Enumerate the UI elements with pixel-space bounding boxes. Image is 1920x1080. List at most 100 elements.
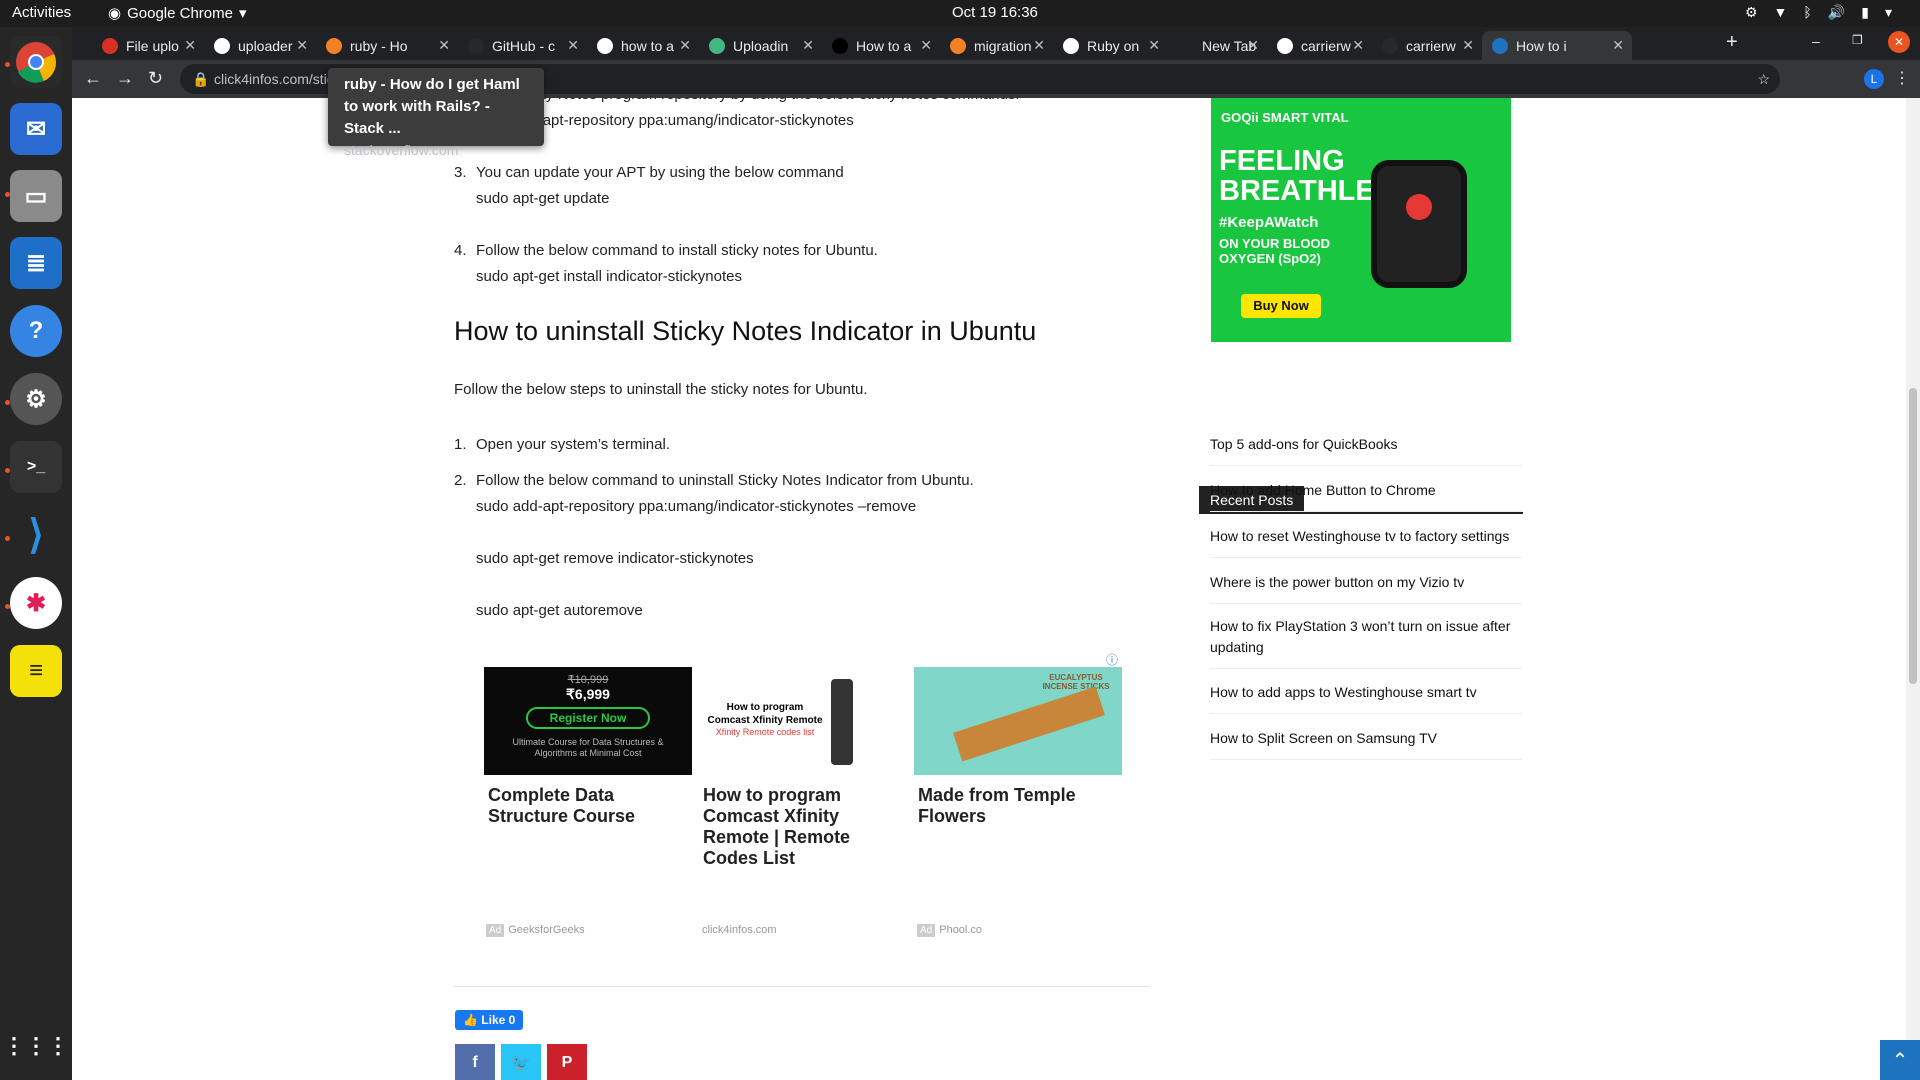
browser-tab[interactable]: Uploadin ✕: [699, 31, 822, 60]
url-text: click4infos.com/stic: [214, 71, 334, 87]
show-apps-icon[interactable]: ⋮⋮⋮: [3, 1020, 69, 1072]
recent-post-link[interactable]: How to Split Screen on Samsung TV: [1210, 728, 1522, 760]
scrollbar-thumb[interactable]: [1909, 388, 1917, 684]
bookmark-star-icon[interactable]: ☆: [1757, 64, 1770, 94]
twitter-share-button[interactable]: 🐦: [501, 1044, 541, 1080]
tab-close-icon[interactable]: ✕: [679, 37, 691, 54]
volume-icon: 🔊: [1827, 4, 1846, 20]
tab-close-icon[interactable]: ✕: [567, 37, 579, 54]
tab-close-icon[interactable]: ✕: [1612, 37, 1624, 54]
remote-image: [831, 679, 853, 765]
new-tab-button[interactable]: +: [1726, 31, 1738, 54]
ad-buy-now-button: Buy Now: [1241, 294, 1321, 318]
recent-post-link[interactable]: How to add apps to Westinghouse smart tv: [1210, 682, 1522, 714]
browser-tab[interactable]: how to a ✕: [587, 31, 699, 60]
restore-button[interactable]: ❐: [1852, 33, 1863, 47]
browser-tab[interactable]: ruby - Ho ✕: [316, 31, 458, 60]
slack-icon[interactable]: ✱: [10, 577, 62, 629]
reload-button[interactable]: ↻: [148, 68, 163, 89]
system-tray[interactable]: ⚙ ▼ ᛒ 🔊 ▮ ▾: [1745, 4, 1892, 21]
browser-tab[interactable]: File uplo ✕: [92, 31, 204, 60]
browser-tab[interactable]: uploader ✕: [204, 31, 316, 60]
tab-close-icon[interactable]: ✕: [920, 37, 932, 54]
ad-card[interactable]: EUCALYPTUS INCENSE STICKS Made from Temp…: [914, 667, 1122, 827]
clock[interactable]: Oct 19 16:36: [952, 4, 1038, 21]
tab-hover-tooltip: ruby - How do I get Haml to work with Ra…: [328, 68, 544, 158]
browser-tab[interactable]: migration ✕: [940, 31, 1053, 60]
ad-card[interactable]: How to program Comcast Xfinity Remote Xf…: [699, 667, 907, 869]
minimize-button[interactable]: –: [1812, 33, 1820, 49]
tab-close-icon[interactable]: ✕: [184, 37, 196, 54]
recent-post-link[interactable]: Top 5 add-ons for QuickBooks: [1210, 434, 1522, 466]
tab-favicon-icon: [709, 37, 725, 54]
tab-strip: File uplo ✕ uploader ✕ ruby - Ho ✕ GitHub - c ✕…: [72, 27, 1920, 60]
recent-post-link[interactable]: How to add Home Button to Chrome: [1210, 480, 1522, 512]
chevron-down-icon: ▾: [238, 5, 247, 22]
ad-brand: GOQii SMART VITAL: [1221, 110, 1349, 125]
intro-paragraph: Follow the below steps to uninstall the …: [454, 381, 868, 398]
tab-close-icon[interactable]: ✕: [1352, 37, 1364, 54]
tab-close-icon[interactable]: ✕: [1462, 37, 1474, 54]
tab-close-icon[interactable]: ✕: [1247, 37, 1259, 54]
tab-close-icon[interactable]: ✕: [802, 37, 814, 54]
adchoices-icon[interactable]: ⓘ: [1106, 651, 1118, 668]
browser-tab[interactable]: carrierw ✕: [1372, 31, 1482, 60]
recent-post-link[interactable]: How to reset Westinghouse tv to factory …: [1210, 526, 1522, 558]
sidebar-ad[interactable]: GOQii SMART VITAL FEELING BREATHLESS? #K…: [1211, 98, 1511, 342]
ad-headline: FEELING BREATHLESS?: [1219, 145, 1432, 207]
settings-icon[interactable]: ⚙: [10, 373, 62, 425]
tab-favicon-icon: [1382, 37, 1398, 54]
forward-button[interactable]: →: [116, 68, 134, 89]
tab-favicon-icon: [832, 37, 848, 54]
close-window-button[interactable]: ✕: [1888, 31, 1910, 53]
pinterest-share-button[interactable]: P: [547, 1044, 587, 1080]
tab-title: ruby - Ho: [350, 37, 408, 54]
tab-favicon-icon: [468, 37, 484, 54]
step-3-text: You can update your APT by using the bel…: [476, 164, 844, 181]
browser-tab[interactable]: How to i ✕: [1482, 31, 1632, 60]
facebook-like-button[interactable]: 👍 Like 0: [455, 1010, 524, 1030]
tab-close-icon[interactable]: ✕: [296, 37, 308, 54]
activities-button[interactable]: Activities: [12, 4, 71, 21]
profile-avatar[interactable]: L: [1864, 69, 1884, 89]
tab-close-icon[interactable]: ✕: [438, 37, 450, 54]
chrome-menu-icon[interactable]: ⋮: [1894, 68, 1910, 88]
browser-tab[interactable]: GitHub - c ✕: [458, 31, 587, 60]
facebook-share-button[interactable]: f: [455, 1044, 495, 1080]
browser-tab[interactable]: Ruby on ✕: [1053, 31, 1168, 60]
ad-source: Ad Phool.co: [917, 924, 982, 937]
incense-box-image: [953, 686, 1105, 762]
browser-tab[interactable]: New Tab ✕: [1168, 31, 1267, 60]
back-button[interactable]: ←: [84, 68, 102, 89]
recent-post-link[interactable]: How to fix PlayStation 3 won’t turn on i…: [1210, 616, 1522, 669]
web-page: d the Sticky Notes program repository by…: [72, 98, 1920, 1080]
sticky-notes-icon[interactable]: ≡: [10, 645, 62, 697]
page-scrollbar[interactable]: [1906, 98, 1920, 1080]
browser-tab[interactable]: How to a ✕: [822, 31, 940, 60]
vscode-icon[interactable]: ⟩: [10, 509, 62, 561]
tab-close-icon[interactable]: ✕: [1148, 37, 1160, 54]
tab-favicon-icon: [1492, 37, 1508, 54]
writer-icon[interactable]: ≣: [10, 237, 62, 289]
app-name: Google Chrome: [127, 4, 233, 22]
ad-caption: Complete Data Structure Course: [488, 785, 636, 826]
recent-post-link[interactable]: Where is the power button on my Vizio tv: [1210, 572, 1522, 604]
thunderbird-icon[interactable]: ✉: [10, 103, 62, 155]
chrome-icon[interactable]: [10, 36, 62, 88]
app-menu[interactable]: ◉ Google Chrome ▾: [108, 4, 247, 23]
terminal-icon[interactable]: >_: [10, 441, 62, 493]
ad-image: ₹10,999 ₹6,999 Register Now Ultimate Cou…: [484, 667, 692, 775]
tab-close-icon[interactable]: ✕: [1033, 37, 1045, 54]
back-to-top-button[interactable]: ⌃: [1880, 1040, 1920, 1080]
section-heading: How to uninstall Sticky Notes Indicator …: [454, 316, 1037, 346]
step-2-partial: d the Sticky Notes program repository by…: [464, 98, 1020, 134]
uninstall-step-2: 2. Follow the below command to uninstall…: [454, 468, 974, 624]
browser-tab[interactable]: carrierw ✕: [1267, 31, 1372, 60]
files-icon[interactable]: ▭: [10, 170, 62, 222]
tab-favicon-icon: [950, 37, 966, 54]
help-icon[interactable]: ?: [10, 305, 62, 357]
ad-card[interactable]: ₹10,999 ₹6,999 Register Now Ultimate Cou…: [484, 667, 692, 827]
facebook-icon: f: [472, 1054, 478, 1071]
divider: [454, 986, 1150, 987]
step-4: 4. Follow the below command to install s…: [454, 238, 878, 290]
